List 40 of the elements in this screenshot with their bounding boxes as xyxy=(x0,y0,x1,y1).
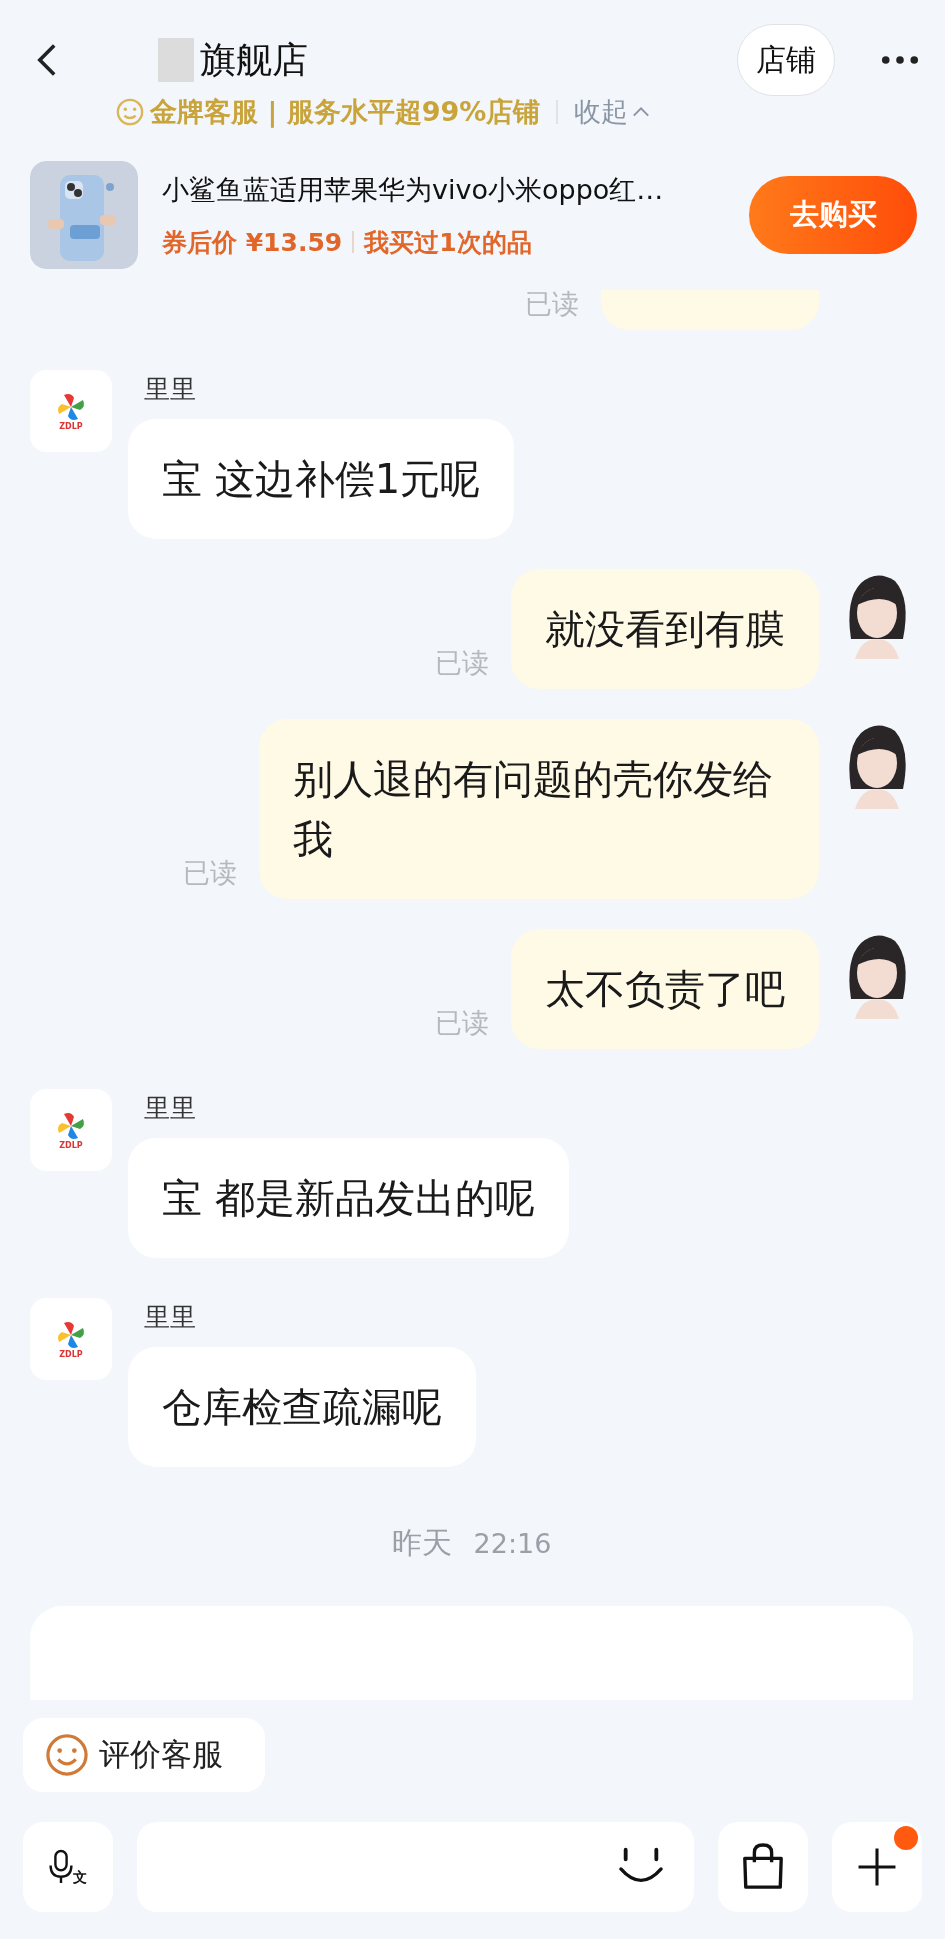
shop-button[interactable]: 店铺 xyxy=(737,24,835,96)
pinwheel-icon xyxy=(56,1319,86,1350)
shopping-bag-icon xyxy=(740,1843,786,1891)
logo-text: ZDLP xyxy=(59,421,83,431)
voice-button[interactable]: 文 xyxy=(23,1822,113,1912)
service-badge-text: 金牌客服 | 服务水平超99%店铺 xyxy=(150,95,541,130)
read-status: 已读 xyxy=(525,290,579,321)
message-bubble: 宝 这边补偿1元呢 xyxy=(128,419,515,539)
message-bubble: 宝 都是新品发出的呢 xyxy=(128,1138,569,1258)
back-icon[interactable] xyxy=(36,42,58,78)
message-bubble: 别人退的有问题的壳你发给我 xyxy=(259,719,819,899)
pinwheel-icon xyxy=(56,1110,86,1141)
sender-name: 里里 xyxy=(144,1092,197,1125)
message-bubble: 仓库检查疏漏呢 xyxy=(128,1347,476,1467)
product-title[interactable]: 小鲨鱼蓝适用苹果华为vivo小米oppo红… xyxy=(162,171,737,208)
product-price: 券后价 ¥13.59 xyxy=(162,226,343,259)
microphone-icon xyxy=(49,1849,73,1885)
read-status: 已读 xyxy=(435,1006,489,1040)
redaction-block xyxy=(158,38,194,82)
smile-icon xyxy=(116,98,144,126)
more-options-button[interactable] xyxy=(832,1822,922,1912)
store-title: 旗舰店 xyxy=(200,37,308,82)
sender-name: 里里 xyxy=(144,1301,197,1334)
caret-icon xyxy=(632,106,651,118)
message-bubble: 就没看到有膜 xyxy=(511,569,819,689)
smile-icon xyxy=(45,1733,89,1777)
shopping-bag-button[interactable] xyxy=(718,1822,808,1912)
timestamp-time: 22:16 xyxy=(473,1528,552,1559)
more-icon[interactable] xyxy=(881,55,919,65)
read-status: 已读 xyxy=(183,856,237,890)
rate-service-button[interactable]: 评价客服 xyxy=(23,1718,265,1792)
logo-text: ZDLP xyxy=(59,1140,83,1150)
purchase-note: 我买过1次的品 xyxy=(364,226,532,259)
pinwheel-icon xyxy=(56,391,86,422)
logo-text: ZDLP xyxy=(59,1349,83,1359)
sender-name: 里里 xyxy=(144,373,197,406)
read-status: 已读 xyxy=(435,646,489,680)
message-bubble: 太不负责了吧 xyxy=(511,929,819,1049)
timestamp-day: 昨天 xyxy=(391,1523,452,1564)
message-input[interactable] xyxy=(137,1822,694,1912)
